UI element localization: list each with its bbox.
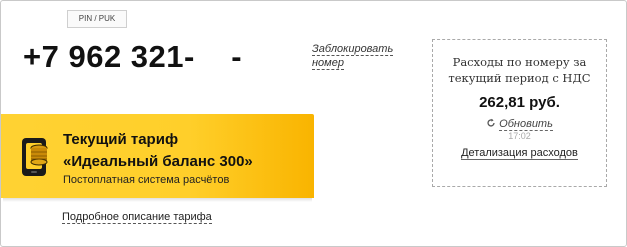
- expenses-caption: Расходы по номеру за текущий период с НД…: [433, 54, 606, 86]
- tariff-title: Текущий тариф «Идеальный баланс 300»: [63, 129, 253, 173]
- tariff-description-link[interactable]: Подробное описание тарифа: [62, 211, 212, 224]
- expenses-box: Расходы по номеру за текущий период с НД…: [432, 39, 607, 187]
- expenses-caption-line2: текущий период с НДС: [448, 71, 591, 85]
- pin-puk-tab[interactable]: PIN / PUK: [67, 10, 127, 28]
- tariff-title-line1: Текущий тариф: [63, 131, 179, 148]
- phone-number: +7 962 321- -: [23, 39, 243, 74]
- block-number-link[interactable]: Заблокировать номер: [312, 42, 417, 70]
- expenses-detail-label[interactable]: Детализация расходов: [461, 147, 578, 160]
- account-panel: PIN / PUK +7 962 321- - Заблокировать но…: [0, 0, 627, 247]
- refresh-icon[interactable]: [486, 118, 499, 130]
- tariff-subtitle: Постоплатная система расчётов: [63, 174, 230, 186]
- tariff-name: «Идеальный баланс 300»: [63, 153, 253, 170]
- block-number-link-line2[interactable]: номер: [312, 57, 344, 70]
- current-tariff-banner: Текущий тариф «Идеальный баланс 300» Пос…: [1, 114, 314, 198]
- banner-shadow: [3, 198, 312, 202]
- update-time: 17:02: [508, 131, 531, 141]
- expenses-amount: 262,81 руб.: [479, 94, 560, 111]
- expenses-detail-link[interactable]: Детализация расходов: [433, 147, 606, 160]
- block-number-link-line1[interactable]: Заблокировать: [312, 43, 394, 56]
- refresh-label[interactable]: Обновить: [499, 118, 553, 131]
- expenses-caption-line1: Расходы по номеру за: [452, 55, 587, 69]
- refresh-button[interactable]: Обновить: [433, 118, 606, 131]
- tariff-description-label[interactable]: Подробное описание тарифа: [62, 211, 212, 224]
- coins-phone-icon: [19, 134, 51, 180]
